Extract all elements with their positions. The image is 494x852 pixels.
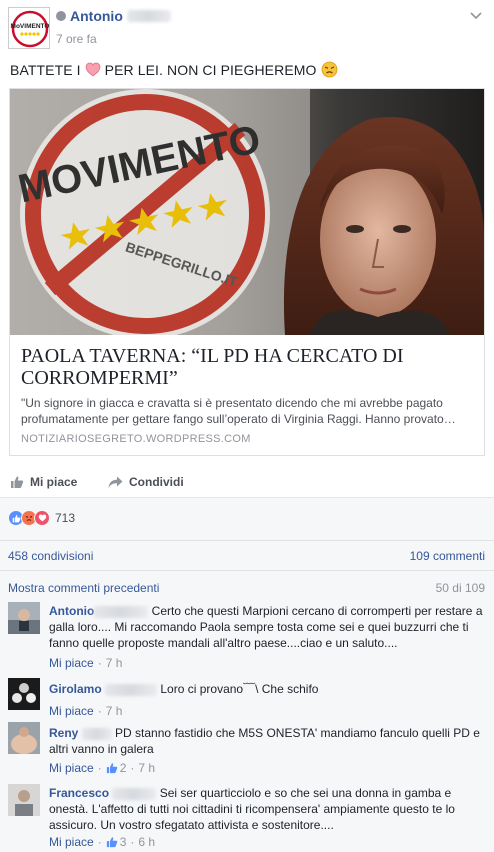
commenter-avatar[interactable] (8, 678, 40, 710)
globe-icon (56, 11, 66, 21)
post-header: MoVIMENTO Antonio 7 ore fa (0, 0, 494, 60)
comment-text: Sei ser quarticciolo e so che sei una do… (49, 786, 455, 832)
comment-text: PD stanno fastidio che M5S ONESTA' mandi… (49, 726, 480, 756)
avatar-logo-text: MoVIMENTO (11, 23, 50, 30)
post-author[interactable]: Antonio (56, 8, 171, 24)
comment-body: Antonio Certo che questi Marpioni cercan… (49, 603, 489, 651)
comment-meta: Mi piace · 7 h (49, 704, 123, 718)
comment-body: Girolamo Loro ci provano﹋\ Che schifo (49, 681, 489, 697)
redacted-surname (94, 605, 149, 618)
comment-text: Loro ci provano﹋\ Che schifo (160, 682, 319, 696)
shares-count[interactable]: 458 condivisioni (8, 549, 93, 563)
post-message: BATTETE I PER LEI. NON CI PIEGHEREMO (10, 61, 338, 78)
post-stats: 458 condivisioni 109 commenti (0, 540, 494, 570)
chevron-down-icon[interactable] (470, 12, 482, 20)
comment-like-link[interactable]: Mi piace (49, 761, 94, 775)
comment-body: Francesco Sei ser quarticciolo e so che … (49, 785, 489, 833)
comment-item: Girolamo Loro ci provano﹋\ Che schifo Mi… (0, 678, 494, 720)
comment-item: Francesco Sei ser quarticciolo e so che … (0, 782, 494, 852)
redacted-surname (81, 727, 112, 740)
like-label[interactable]: Mi piace (30, 475, 77, 489)
comment-author[interactable]: Francesco (49, 786, 109, 800)
comment-time[interactable]: 6 h (138, 835, 155, 849)
thumbs-up-icon (11, 476, 24, 488)
comment-like-count: 2 (119, 761, 127, 775)
share-label[interactable]: Condividi (129, 475, 184, 489)
comment-item: Reny PD stanno fastidio che M5S ONESTA' … (0, 722, 494, 778)
movimento-banner: MOVIMENTO BEPPEGRILLO.IT (10, 89, 310, 335)
comment-body: Reny PD stanno fastidio che M5S ONESTA' … (49, 725, 489, 757)
link-description: "Un signore in giacca e cravatta si è pr… (21, 396, 456, 426)
comment-time[interactable]: 7 h (106, 704, 123, 718)
comment-like-link[interactable]: Mi piace (49, 835, 94, 849)
share-button[interactable]: Condividi (108, 475, 184, 489)
reaction-count[interactable]: 713 (55, 511, 75, 525)
comment-meta: Mi piace · 3 · 6 h (49, 835, 156, 849)
post-text-end: PER LEI. NON CI PIEGHEREMO (104, 61, 317, 78)
comment-author[interactable]: Girolamo (49, 682, 102, 696)
commenter-avatar[interactable] (8, 602, 40, 634)
post-time[interactable]: 7 ore fa (56, 32, 97, 46)
comment-author[interactable]: Reny (49, 726, 78, 740)
comment-meta: Mi piace · 7 h (49, 656, 123, 670)
post-text-start: BATTETE I (10, 61, 81, 78)
comment-author[interactable]: Antonio (49, 604, 94, 618)
comment-likes[interactable]: 3 (106, 835, 127, 849)
comment-item: Antonio Certo che questi Marpioni cercan… (0, 600, 494, 672)
link-preview-image[interactable]: MOVIMENTO BEPPEGRILLO.IT (10, 89, 484, 335)
comment-like-link[interactable]: Mi piace (49, 704, 94, 718)
share-arrow-icon (108, 476, 123, 488)
reactions-summary[interactable]: 713 (8, 510, 75, 526)
post-actions: Mi piace Condividi (0, 467, 494, 497)
comment-time[interactable]: 7 h (106, 656, 123, 670)
post-author-name[interactable]: Antonio (70, 8, 123, 24)
redacted-surname (126, 10, 171, 22)
comments-count[interactable]: 109 commenti (410, 549, 485, 563)
comment-time[interactable]: 7 h (138, 761, 155, 775)
commenter-avatar[interactable] (8, 784, 40, 816)
love-reaction-icon (34, 510, 50, 526)
link-title[interactable]: PAOLA TAVERNA: “IL PD HA CERCATO DI CORR… (21, 345, 471, 389)
comment-like-link[interactable]: Mi piace (49, 656, 94, 670)
like-button[interactable]: Mi piace (10, 475, 77, 489)
comment-like-count: 3 (119, 835, 127, 849)
movimento-logo-icon: MoVIMENTO (9, 8, 50, 48)
thumbs-up-icon (106, 763, 117, 774)
link-preview-card[interactable]: MOVIMENTO BEPPEGRILLO.IT PAOLA TAVERNA: … (9, 88, 485, 456)
comment-likes[interactable]: 2 (106, 761, 127, 775)
heart-emoji-icon (85, 62, 101, 77)
redacted-surname (105, 683, 158, 696)
thumbs-up-icon (106, 837, 117, 848)
previous-comments-row: Mostra commenti precedenti 50 di 109 (0, 570, 494, 598)
page-avatar[interactable]: MoVIMENTO (8, 7, 50, 49)
angry-emoji-icon (321, 61, 337, 78)
comment-meta: Mi piace · 2 · 7 h (49, 761, 156, 775)
show-previous-comments-link[interactable]: Mostra commenti precedenti (8, 581, 159, 595)
comments-pager-count: 50 di 109 (435, 581, 485, 595)
commenter-avatar[interactable] (8, 722, 40, 754)
redacted-surname (112, 787, 157, 800)
link-source: NOTIZIARIOSEGRETO.WORDPRESS.COM (21, 433, 251, 445)
